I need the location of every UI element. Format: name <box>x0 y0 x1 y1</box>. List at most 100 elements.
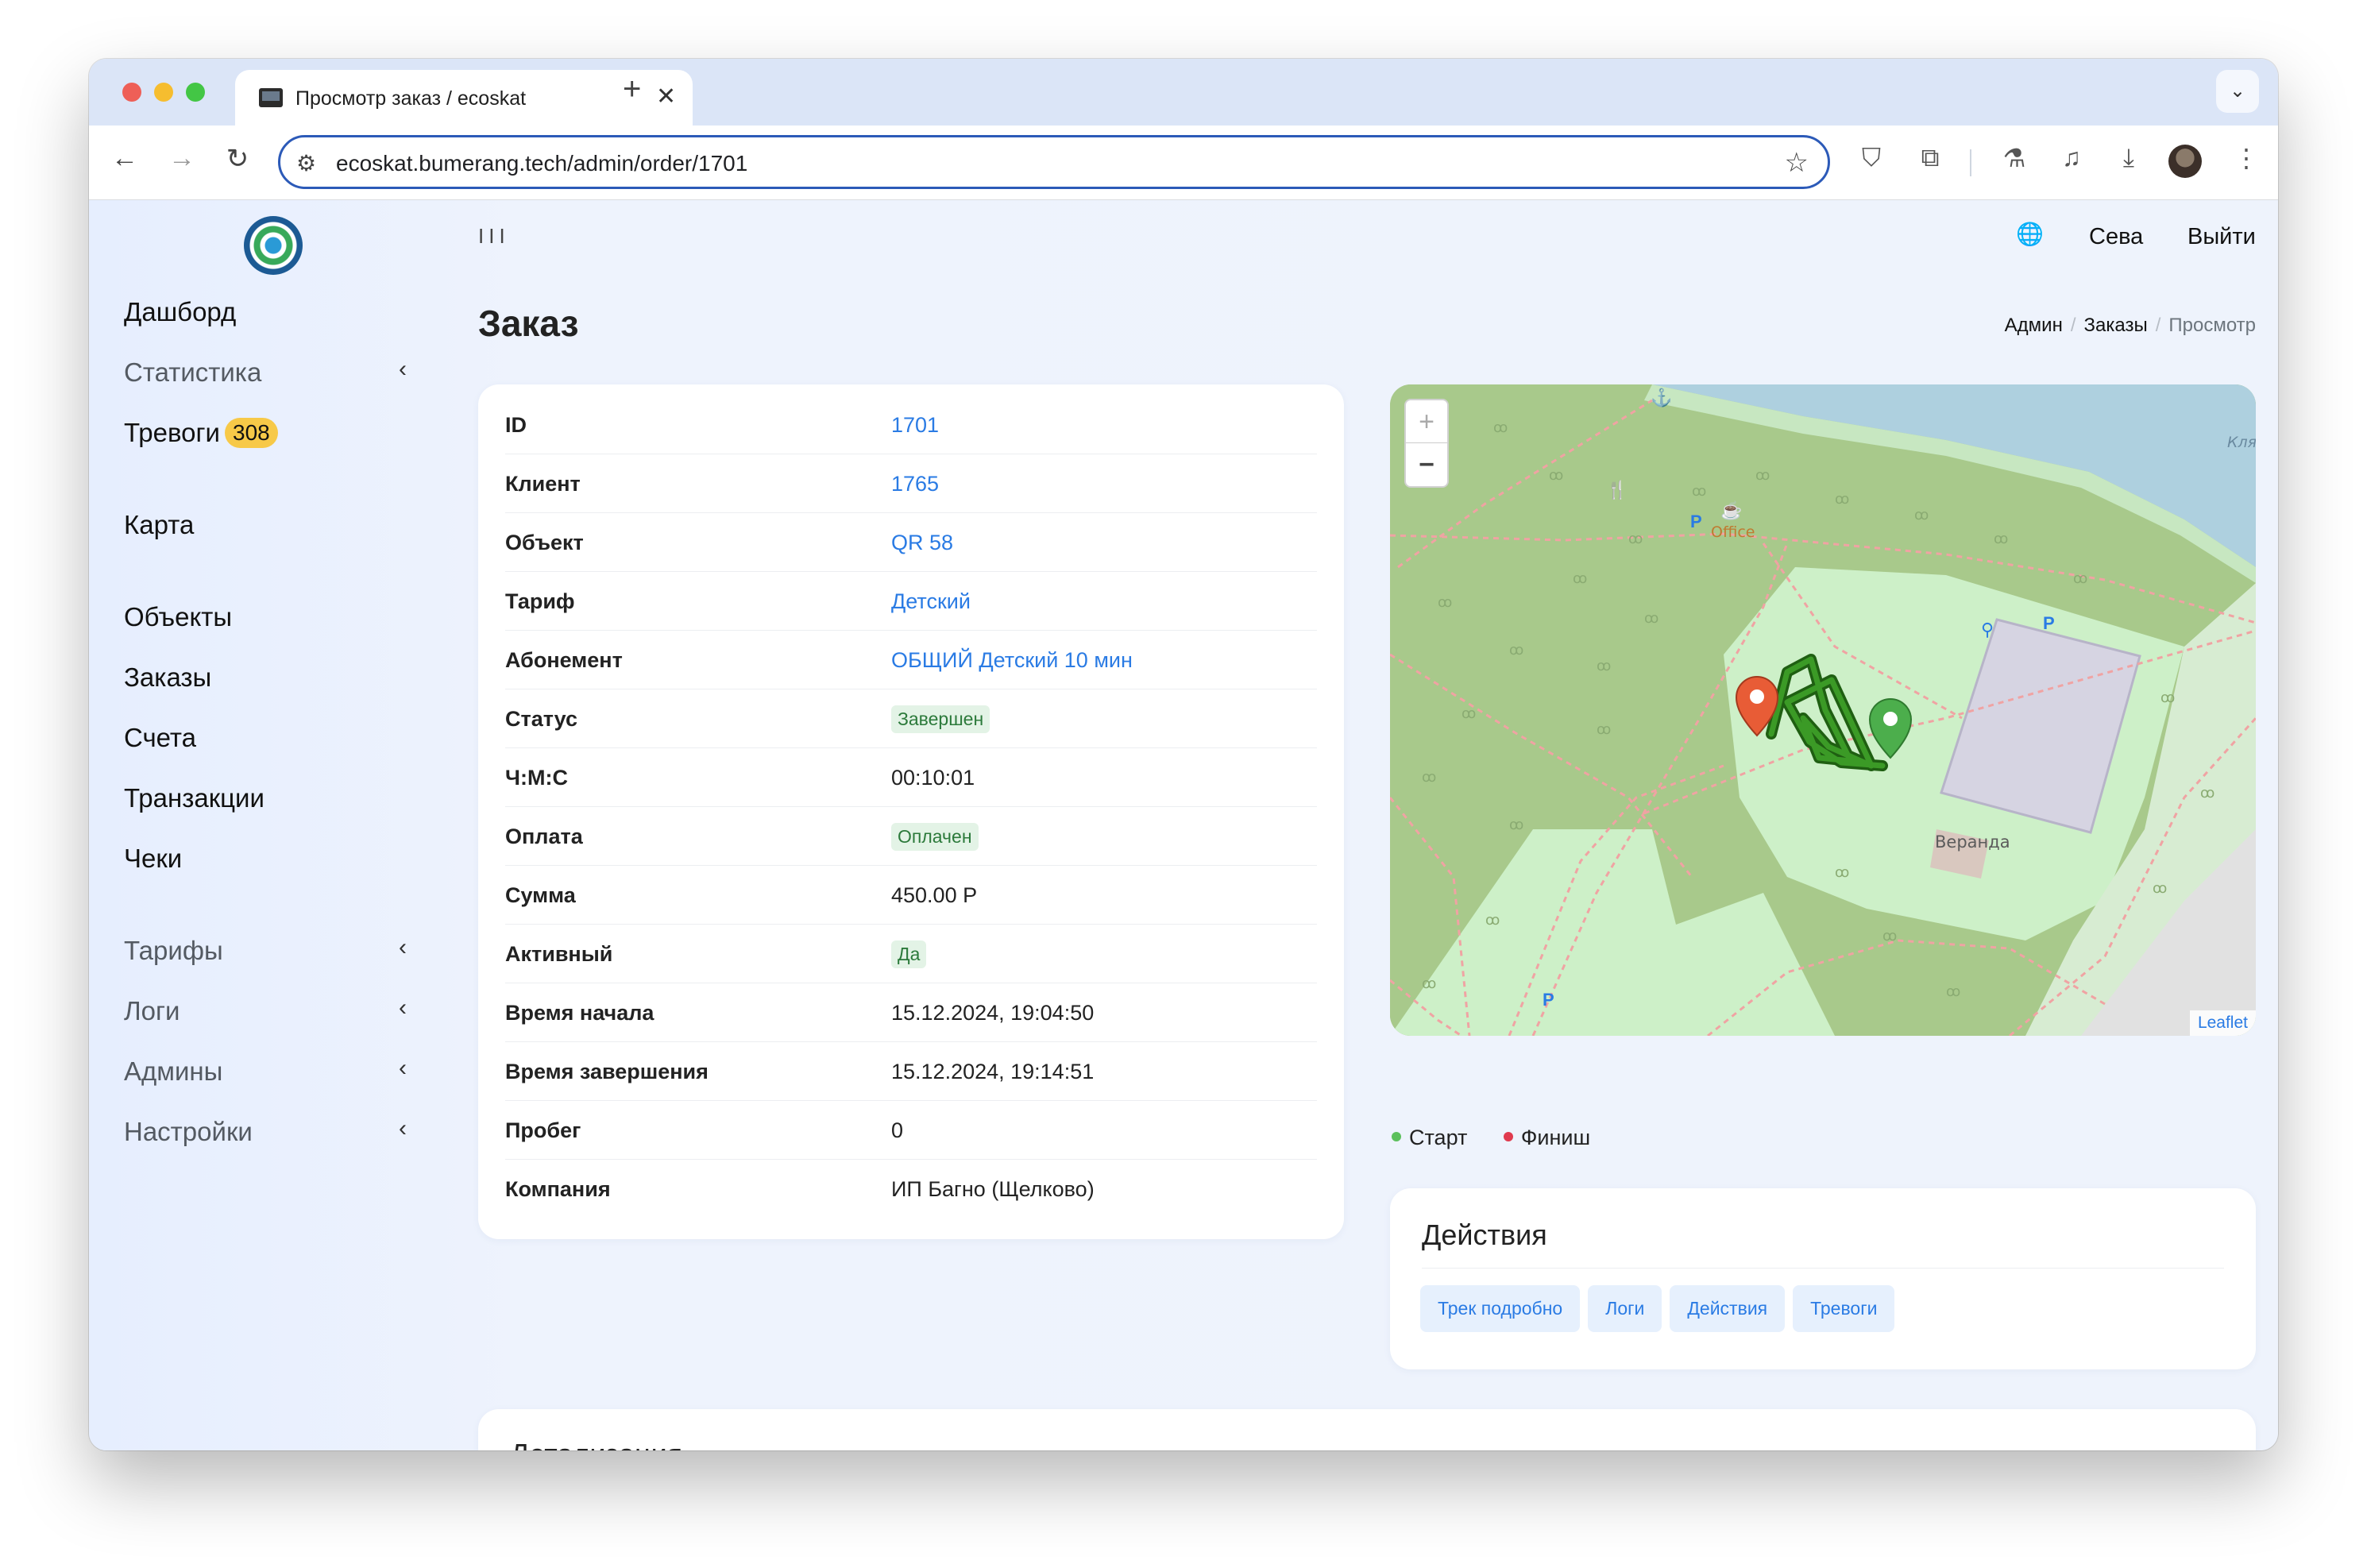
new-tab-button[interactable]: + <box>623 73 641 105</box>
payment-status-badge: Оплачен <box>891 823 979 851</box>
sidebar-item-transactions[interactable]: Транзакции <box>124 783 265 813</box>
svg-text:⚲: ⚲ <box>1981 620 1994 639</box>
menu-toggle-icon[interactable]: III <box>478 224 510 249</box>
alarm-count-badge: 308 <box>225 418 278 448</box>
sidebar-item-label: Админы <box>124 1056 223 1086</box>
sidebar: Дашборд Статистика ‹ Тревоги 308 Карта Об… <box>89 200 454 1450</box>
map-zoom-control: + − <box>1404 399 1449 488</box>
sidebar-item-label: Логи <box>124 996 180 1025</box>
object-link[interactable]: QR 58 <box>891 531 953 555</box>
svg-text:ꝏ: ꝏ <box>1692 483 1706 500</box>
chevron-left-icon[interactable]: ‹ <box>399 1055 407 1082</box>
shield-extension-icon[interactable]: ⛉ <box>1854 143 1889 173</box>
detail-value: 0 <box>891 1118 904 1142</box>
actions-title: Действия <box>1422 1218 1547 1251</box>
status-badge: Завершен <box>891 705 990 733</box>
detail-row-client: Клиент 1765 <box>505 454 1317 513</box>
map-label-office: Office <box>1711 523 1755 541</box>
labs-flask-icon[interactable]: ⚗ <box>1997 143 2032 173</box>
detail-row-end-time: Время завершения 15.12.2024, 19:14:51 <box>505 1042 1317 1101</box>
logout-link[interactable]: Выйти <box>2187 224 2256 250</box>
tab-search-button[interactable]: ⌄ <box>2216 70 2259 113</box>
user-menu[interactable]: Сева <box>2089 224 2143 250</box>
svg-text:ꝏ: ꝏ <box>1882 928 1897 944</box>
sidebar-item-orders[interactable]: Заказы <box>124 662 211 693</box>
svg-text:P: P <box>1543 990 1554 1010</box>
sidebar-item-objects[interactable]: Объекты <box>124 602 232 632</box>
sidebar-item-statistics[interactable]: Статистика <box>124 357 261 388</box>
subscription-link[interactable]: ОБЩИЙ Детский 10 мин <box>891 648 1133 673</box>
tab-strip: Просмотр заказ / ecoskat ✕ + ⌄ <box>89 59 2278 126</box>
bookmark-star-icon[interactable]: ☆ <box>1785 147 1809 179</box>
close-tab-icon[interactable]: ✕ <box>656 83 676 110</box>
app-logo[interactable] <box>244 216 303 275</box>
logs-button[interactable]: Логи <box>1588 1285 1662 1332</box>
legend-finish-label: Финиш <box>1520 1126 1591 1149</box>
svg-text:ꝏ: ꝏ <box>1509 642 1523 658</box>
detail-row-amount: Сумма 450.00 Р <box>505 866 1317 925</box>
order-id-link[interactable]: 1701 <box>891 413 939 438</box>
more-menu-icon[interactable]: ⋮ <box>2229 143 2264 173</box>
chevron-left-icon[interactable]: ‹ <box>399 994 407 1022</box>
chevron-left-icon[interactable]: ‹ <box>399 356 407 383</box>
sidebar-item-admins[interactable]: Админы <box>124 1056 222 1087</box>
track-map[interactable]: ꝏꝏꝏ ꝏꝏꝏ ꝏꝏꝏ ꝏꝏꝏ ꝏꝏꝏ ꝏꝏꝏ ꝏꝏꝏ ꝏꝏꝏ ꝏꝏꝏ ⚓ 🍴 … <box>1390 384 2256 1036</box>
sidebar-item-dashboard[interactable]: Дашборд <box>124 297 236 327</box>
svg-text:ꝏ: ꝏ <box>1493 419 1508 436</box>
sidebar-item-invoices[interactable]: Счета <box>124 723 196 753</box>
svg-text:ꝏ: ꝏ <box>1644 610 1658 627</box>
detail-key: Пробег <box>505 1118 581 1142</box>
maximize-window-button[interactable] <box>186 83 205 102</box>
detail-row-payment: Оплата Оплачен <box>505 807 1317 866</box>
chevron-left-icon[interactable]: ‹ <box>399 1115 407 1142</box>
detail-row-start-time: Время начала 15.12.2024, 19:04:50 <box>505 983 1317 1042</box>
detail-key: Клиент <box>505 472 581 496</box>
detail-key: Время начала <box>505 1001 654 1025</box>
breadcrumb-orders[interactable]: Заказы <box>2084 315 2148 336</box>
detail-value: 15.12.2024, 19:04:50 <box>891 1001 1095 1025</box>
finish-dot-icon <box>1503 1132 1513 1141</box>
client-link[interactable]: 1765 <box>891 472 939 496</box>
sidebar-item-receipts[interactable]: Чеки <box>124 844 182 874</box>
media-control-icon[interactable]: ♫ <box>2054 143 2089 172</box>
minimize-window-button[interactable] <box>154 83 173 102</box>
detail-row-subscription: Абонемент ОБЩИЙ Детский 10 мин <box>505 631 1317 689</box>
actions-button[interactable]: Действия <box>1670 1285 1786 1332</box>
svg-text:☕: ☕ <box>1720 500 1742 520</box>
track-details-button[interactable]: Трек подробно <box>1420 1285 1581 1332</box>
breadcrumb-admin[interactable]: Админ <box>2005 315 2063 336</box>
svg-text:ꝏ: ꝏ <box>2073 570 2087 587</box>
detail-row-status: Статус Завершен <box>505 689 1317 748</box>
sidebar-item-tariffs[interactable]: Тарифы <box>124 936 223 966</box>
sidebar-item-alarms[interactable]: Тревоги 308 <box>124 418 278 448</box>
sidebar-item-label: Дашборд <box>124 297 237 326</box>
download-icon[interactable]: ⤓ <box>2111 143 2146 173</box>
detail-key: Компания <box>505 1177 611 1201</box>
detalization-title: Детализация <box>510 1438 682 1450</box>
svg-text:ꝏ: ꝏ <box>1485 912 1500 929</box>
address-bar[interactable]: ⚙ ecoskat.bumerang.tech/admin/order/1701… <box>278 135 1830 189</box>
zoom-in-button[interactable]: + <box>1406 400 1447 443</box>
chevron-left-icon[interactable]: ‹ <box>399 934 407 961</box>
svg-text:P: P <box>2043 613 2055 633</box>
extensions-puzzle-icon[interactable]: ⧉ <box>1913 143 1948 173</box>
leaflet-attribution-link[interactable]: Leaflet <box>2189 1010 2256 1036</box>
zoom-out-button[interactable]: − <box>1406 443 1447 486</box>
svg-text:P: P <box>1690 512 1702 531</box>
sidebar-item-settings[interactable]: Настройки <box>124 1117 253 1147</box>
alarms-button[interactable]: Тревоги <box>1793 1285 1895 1332</box>
site-info-icon[interactable]: ⚙ <box>296 150 316 176</box>
close-window-button[interactable] <box>122 83 141 102</box>
admin-page: Дашборд Статистика ‹ Тревоги 308 Карта Об… <box>89 200 2278 1450</box>
sidebar-item-label: Карта <box>124 510 195 539</box>
tariff-link[interactable]: Детский <box>891 589 971 614</box>
detail-value: 15.12.2024, 19:14:51 <box>891 1060 1095 1083</box>
back-icon[interactable]: ← <box>105 143 145 174</box>
profile-avatar[interactable] <box>2168 145 2202 178</box>
sidebar-item-map[interactable]: Карта <box>124 510 194 540</box>
sidebar-item-logs[interactable]: Логи <box>124 996 180 1026</box>
map-label-veranda: Веранда <box>1935 832 2010 852</box>
forward-icon[interactable]: → <box>162 143 202 174</box>
reload-icon[interactable]: ↻ <box>218 143 257 175</box>
globe-icon[interactable]: 🌐 <box>2016 221 2044 247</box>
